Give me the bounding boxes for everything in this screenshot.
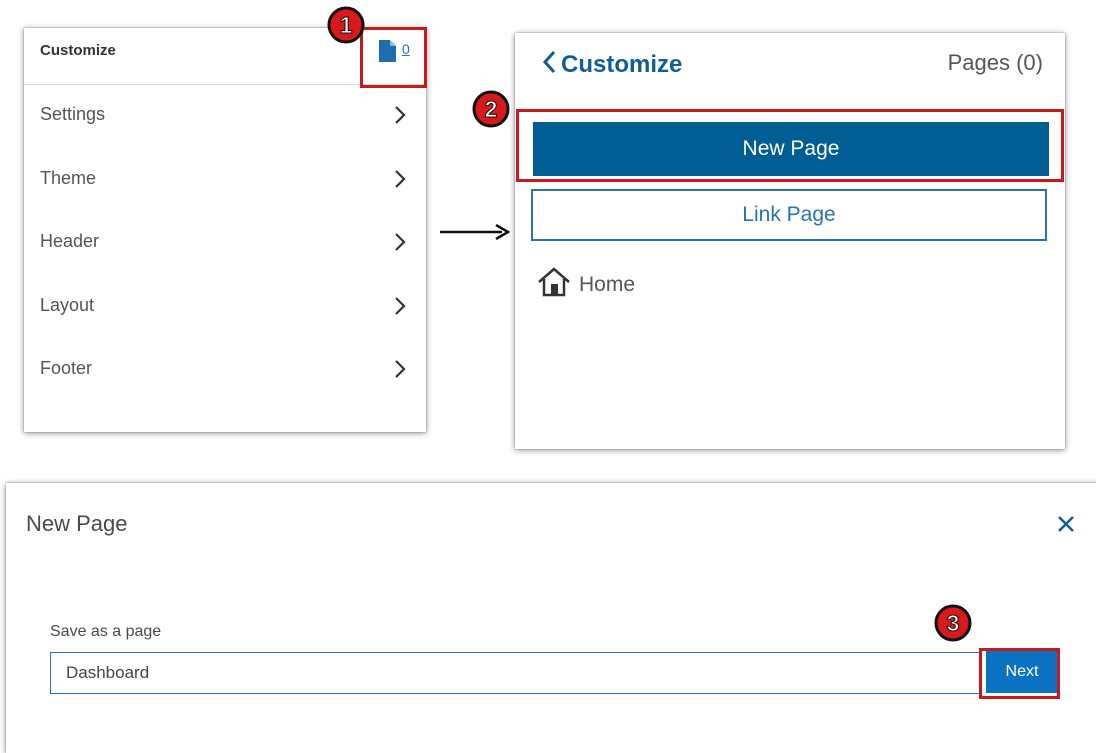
- home-icon: [537, 267, 571, 302]
- menu-item-label: Theme: [40, 168, 97, 188]
- field-label: Save as a page: [50, 623, 162, 640]
- pages-count-label: Pages (0): [947, 50, 1043, 75]
- back-label: Customize: [561, 50, 683, 78]
- step-number: 2: [485, 96, 498, 122]
- next-button[interactable]: Next: [986, 651, 1058, 693]
- chevron-right-icon: [394, 296, 406, 321]
- step-badge-3: 3: [933, 603, 973, 643]
- menu-item-label: Header: [40, 231, 100, 251]
- arrow-right-icon: [440, 223, 511, 245]
- step-badge-1: 1: [326, 5, 366, 45]
- page-item-label: Home: [579, 272, 636, 296]
- menu-item-theme[interactable]: Theme: [24, 149, 426, 212]
- chevron-right-icon: [394, 359, 406, 384]
- chevron-right-icon: [394, 169, 406, 194]
- step-number: 1: [340, 12, 353, 38]
- page-item-home[interactable]: Home: [537, 267, 635, 302]
- link-page-button[interactable]: Link Page: [531, 189, 1047, 241]
- pages-count: 0: [402, 41, 410, 57]
- step-number: 3: [947, 610, 960, 636]
- dialog-title: New Page: [26, 511, 128, 536]
- step-badge-2: 2: [471, 89, 511, 129]
- new-page-button[interactable]: New Page: [533, 122, 1049, 176]
- pages-panel: Customize Pages (0) New Page Link Page H…: [515, 33, 1065, 449]
- menu-item-label: Footer: [40, 358, 93, 378]
- back-to-customize-button[interactable]: Customize: [541, 49, 682, 80]
- close-icon[interactable]: [1056, 514, 1076, 539]
- customize-panel: Customize 0 Settings Theme Header Layout…: [24, 28, 426, 432]
- menu-item-footer[interactable]: Footer: [24, 339, 426, 402]
- customize-title: Customize: [40, 42, 116, 59]
- page-name-input[interactable]: [50, 652, 980, 694]
- chevron-right-icon: [394, 105, 406, 130]
- menu-item-header[interactable]: Header: [24, 212, 426, 275]
- menu-item-label: Settings: [40, 104, 106, 124]
- pages-count-link[interactable]: 0: [379, 40, 410, 67]
- chevron-left-icon: [541, 49, 557, 80]
- menu-item-settings[interactable]: Settings: [24, 85, 426, 148]
- menu-item-layout[interactable]: Layout: [24, 276, 426, 339]
- menu-item-label: Layout: [40, 295, 95, 315]
- chevron-right-icon: [394, 232, 406, 257]
- document-icon: [379, 40, 396, 67]
